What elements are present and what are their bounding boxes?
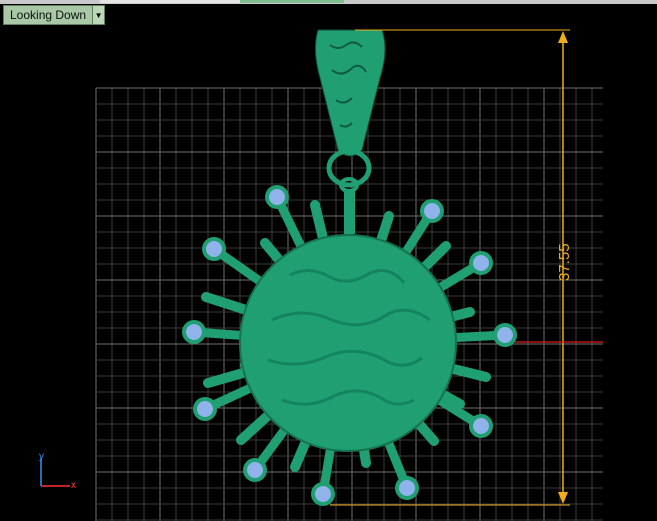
spike-tip [473, 418, 489, 434]
spike-tip [197, 401, 213, 417]
spike-tip [186, 324, 202, 340]
virus-pendant [182, 29, 517, 506]
pendant-bail [314, 29, 386, 157]
view-name-dropdown[interactable]: Looking Down ▼ [3, 5, 106, 25]
spike-tip [269, 189, 285, 205]
spike-tip [247, 462, 263, 478]
virus-body [239, 234, 457, 452]
axis-triad [40, 458, 70, 487]
chevron-down-icon[interactable]: ▼ [92, 6, 105, 24]
view-name-label: Looking Down [10, 8, 87, 22]
spike-tip [399, 480, 415, 496]
spike-tip [497, 327, 513, 343]
spike-tip [473, 255, 489, 271]
y-axis-label: y [39, 451, 44, 462]
dimension-arrow-top [558, 31, 568, 43]
dimension-value: 37.55 [556, 243, 573, 281]
viewport[interactable]: Looking Down ▼ 37.55 y x [0, 0, 657, 521]
spike-tip [206, 241, 222, 257]
ring-connector [344, 190, 355, 234]
spike-tip [315, 486, 331, 502]
spike-tip [424, 203, 440, 219]
x-axis-label: x [71, 480, 76, 491]
